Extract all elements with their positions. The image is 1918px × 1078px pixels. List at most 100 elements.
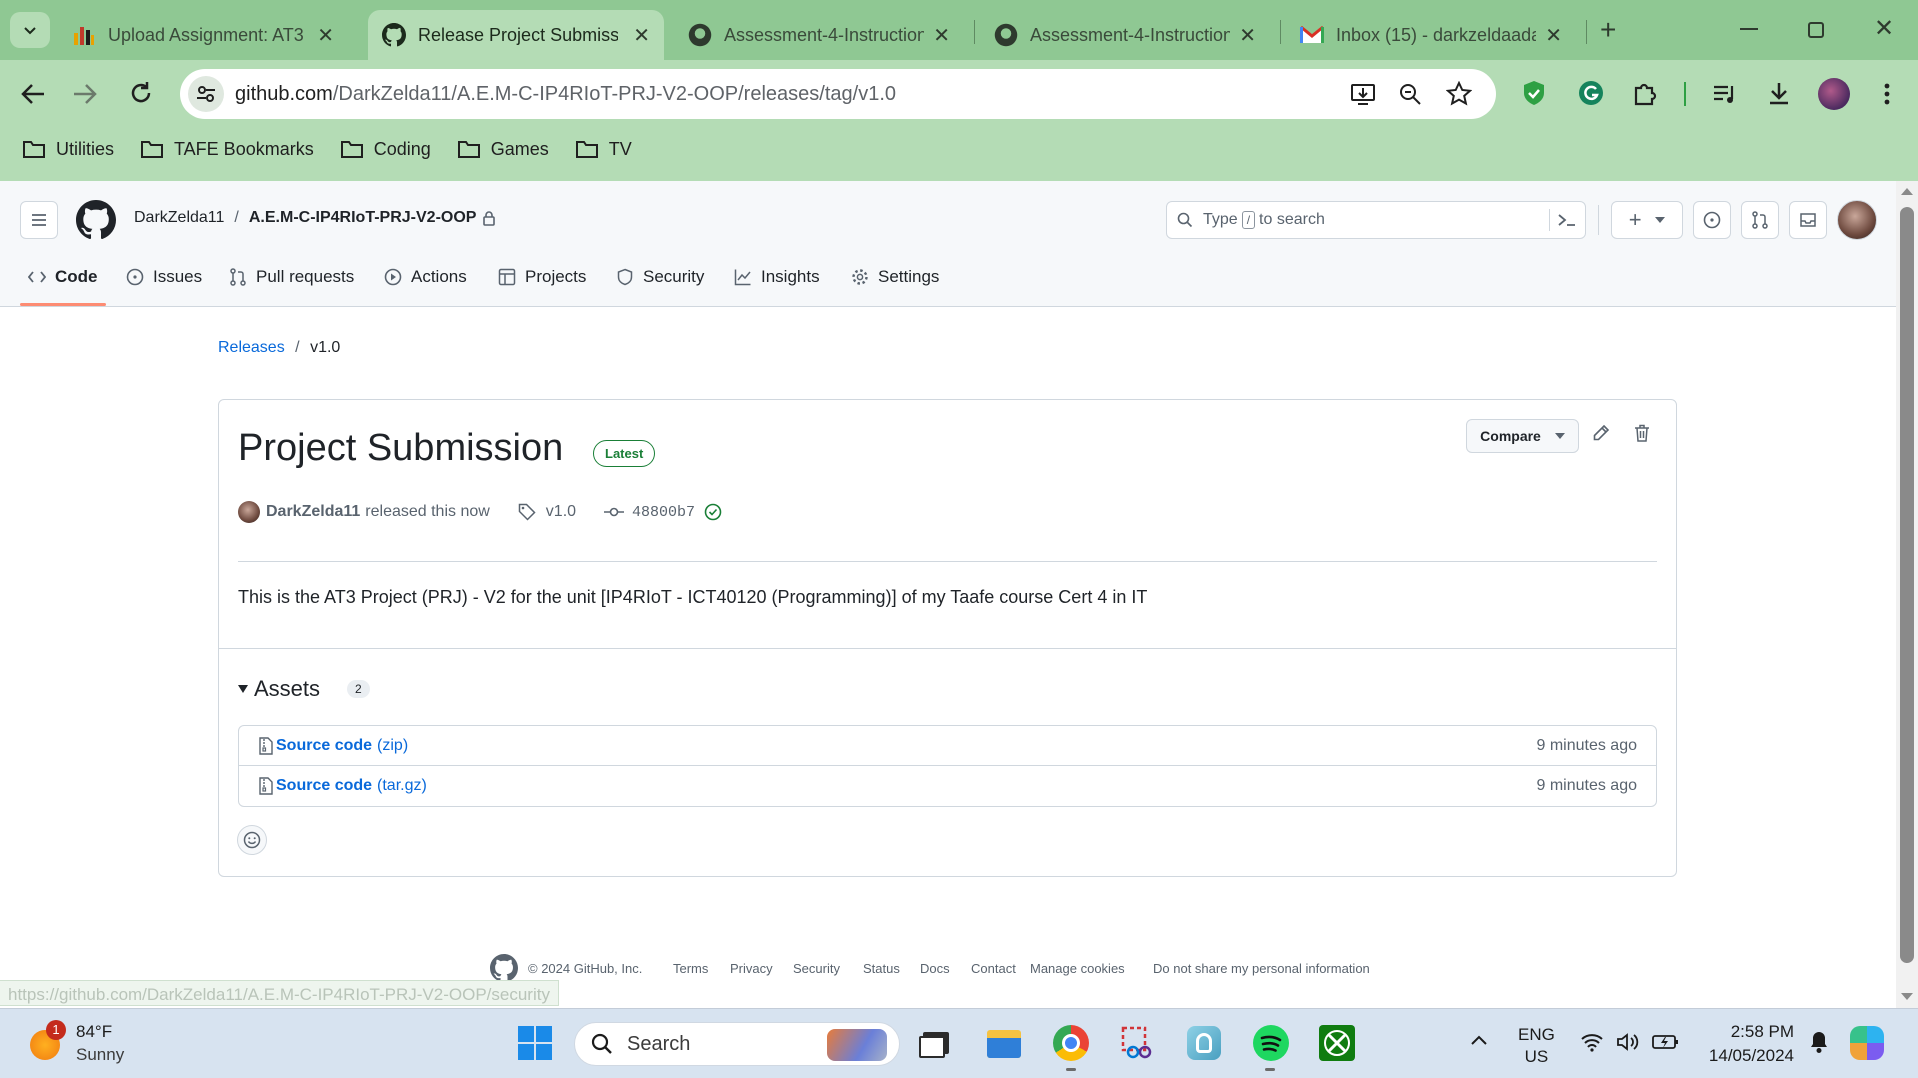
browser-tab[interactable]: Upload Assignment: AT3 - ✕ xyxy=(58,10,348,60)
install-app-icon[interactable] xyxy=(1350,82,1376,106)
language-indicator[interactable]: ENG US xyxy=(1518,1024,1555,1068)
taskbar-search[interactable]: Search xyxy=(574,1022,900,1066)
bookmark-folder[interactable]: TV xyxy=(575,139,632,160)
tab-pull-requests[interactable]: Pull requests xyxy=(229,262,354,292)
address-bar[interactable]: github.com/DarkZelda11/A.E.M-C-IP4RIoT-P… xyxy=(180,69,1496,119)
asset-link[interactable]: Source code xyxy=(276,737,372,755)
battery-icon[interactable] xyxy=(1652,1033,1680,1051)
close-tab-icon[interactable]: ✕ xyxy=(1545,23,1562,48)
browser-tab[interactable]: Inbox (15) - darkzeldaadam ✕ xyxy=(1286,10,1576,60)
bookmark-folder[interactable]: Utilities xyxy=(22,139,114,160)
browser-tab[interactable]: Assessment-4-Instructions ✕ xyxy=(980,10,1270,60)
owner-link[interactable]: DarkZelda11 xyxy=(134,209,224,227)
issues-button[interactable] xyxy=(1693,201,1731,239)
footer-link[interactable]: Contact xyxy=(971,961,1016,976)
commit-link[interactable]: 48800b7 xyxy=(632,504,695,521)
pull-requests-button[interactable] xyxy=(1741,201,1779,239)
tab-title: Release Project Submission xyxy=(418,24,618,45)
create-new-button[interactable]: + xyxy=(1611,201,1683,239)
tab-code[interactable]: Code xyxy=(28,262,98,292)
browser-tab[interactable]: Assessment-4-Instructions ✕ xyxy=(674,10,964,60)
inbox-button[interactable] xyxy=(1789,201,1827,239)
footer-link[interactable]: Status xyxy=(863,961,900,976)
add-reaction-button[interactable] xyxy=(237,825,267,855)
tab-issues[interactable]: Issues xyxy=(126,262,202,292)
footer-github-logo-icon[interactable] xyxy=(490,954,518,982)
bookmark-folder[interactable]: TAFE Bookmarks xyxy=(140,139,314,160)
download-icon[interactable] xyxy=(1766,80,1792,106)
show-hidden-icons[interactable] xyxy=(1470,1034,1488,1046)
footer-link[interactable]: Do not share my personal information xyxy=(1153,961,1370,976)
active-tab-underline xyxy=(20,303,106,306)
wifi-icon[interactable] xyxy=(1580,1032,1604,1052)
github-logo-icon[interactable] xyxy=(76,200,116,240)
chrome-icon[interactable] xyxy=(1052,1024,1090,1062)
browser-tab-active[interactable]: Release Project Submission ✕ xyxy=(368,10,664,60)
xbox-icon[interactable] xyxy=(1318,1024,1356,1062)
back-icon[interactable] xyxy=(20,82,46,106)
scroll-down-icon[interactable] xyxy=(1901,993,1913,1000)
tab-insights[interactable]: Insights xyxy=(734,262,820,292)
tab-security[interactable]: Security xyxy=(616,262,704,292)
footer-link[interactable]: Manage cookies xyxy=(1030,961,1125,976)
media-control-icon[interactable] xyxy=(1712,82,1738,106)
tab-search-button[interactable] xyxy=(10,12,50,48)
footer-link[interactable]: Security xyxy=(793,961,840,976)
notification-bell-icon[interactable] xyxy=(1808,1030,1830,1054)
search-input[interactable]: Type / to search xyxy=(1166,201,1586,239)
close-tab-icon[interactable]: ✕ xyxy=(1239,23,1256,48)
forward-icon[interactable] xyxy=(72,82,98,106)
releases-link[interactable]: Releases xyxy=(218,339,285,356)
shield-extension-icon[interactable] xyxy=(1522,80,1546,106)
app-icon[interactable] xyxy=(1185,1024,1223,1062)
compare-button[interactable]: Compare xyxy=(1466,419,1579,453)
grammarly-icon[interactable] xyxy=(1578,80,1604,106)
tag-link[interactable]: v1.0 xyxy=(546,503,576,521)
footer-link[interactable]: Terms xyxy=(673,961,708,976)
asset-row[interactable]: Source code (zip) 9 minutes ago xyxy=(238,725,1657,766)
zoom-icon[interactable] xyxy=(1398,82,1422,106)
file-explorer-icon[interactable] xyxy=(985,1024,1023,1062)
command-palette-icon[interactable] xyxy=(1557,212,1577,228)
bookmark-folder[interactable]: Games xyxy=(457,139,549,160)
close-tab-icon[interactable]: ✕ xyxy=(633,23,650,48)
bookmark-folder[interactable]: Coding xyxy=(340,139,431,160)
scrollbar-thumb[interactable] xyxy=(1900,207,1914,963)
assets-toggle[interactable]: Assets 2 xyxy=(238,676,370,702)
restore-icon[interactable] xyxy=(1808,22,1824,38)
task-view-icon[interactable] xyxy=(917,1024,955,1062)
weather-widget[interactable]: 1 84°F Sunny xyxy=(26,1020,136,1070)
scroll-up-icon[interactable] xyxy=(1901,188,1913,195)
minimize-icon[interactable] xyxy=(1740,28,1758,30)
new-tab-icon[interactable]: + xyxy=(1600,14,1616,46)
site-info-icon[interactable] xyxy=(188,76,224,112)
asset-link[interactable]: Source code xyxy=(276,777,372,795)
clock[interactable]: 2:58 PM 14/05/2024 xyxy=(1694,1020,1794,1068)
menu-button[interactable] xyxy=(20,201,58,239)
user-avatar[interactable] xyxy=(1837,200,1877,240)
more-menu-icon[interactable] xyxy=(1884,82,1890,106)
footer-link[interactable]: Privacy xyxy=(730,961,773,976)
footer-link[interactable]: Docs xyxy=(920,961,950,976)
asset-row[interactable]: Source code (tar.gz) 9 minutes ago xyxy=(238,765,1657,806)
close-window-icon[interactable]: ✕ xyxy=(1874,14,1894,43)
edit-pencil-icon[interactable] xyxy=(1592,424,1610,442)
profile-avatar[interactable] xyxy=(1818,78,1850,110)
spotify-icon[interactable] xyxy=(1252,1024,1290,1062)
extensions-icon[interactable] xyxy=(1632,80,1658,106)
author-link[interactable]: DarkZelda11 xyxy=(266,503,360,521)
copilot-icon[interactable] xyxy=(1850,1026,1884,1060)
snipping-tool-icon[interactable] xyxy=(1119,1024,1157,1062)
repo-link[interactable]: A.E.M-C-IP4RIoT-PRJ-V2-OOP xyxy=(249,209,477,227)
reload-icon[interactable] xyxy=(128,80,154,106)
windows-start-icon[interactable] xyxy=(518,1026,552,1060)
author-avatar[interactable] xyxy=(238,501,260,523)
close-tab-icon[interactable]: ✕ xyxy=(933,23,950,48)
tab-projects[interactable]: Projects xyxy=(498,262,586,292)
tab-settings[interactable]: Settings xyxy=(851,262,939,292)
volume-icon[interactable] xyxy=(1616,1032,1640,1052)
bookmark-star-icon[interactable] xyxy=(1446,81,1472,107)
close-tab-icon[interactable]: ✕ xyxy=(317,23,334,48)
tab-actions[interactable]: Actions xyxy=(384,262,467,292)
trash-icon[interactable] xyxy=(1634,424,1650,442)
